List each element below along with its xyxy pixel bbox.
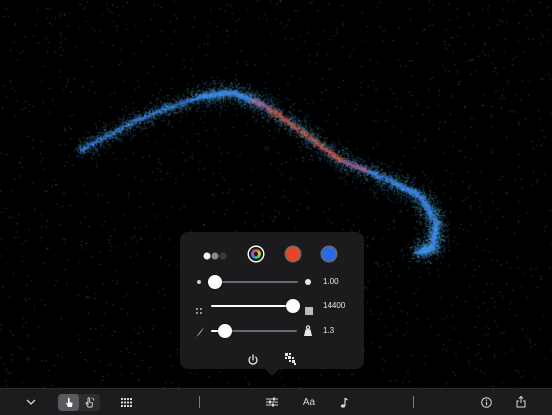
settings-button[interactable] [263, 389, 281, 415]
sliders-icon [266, 397, 278, 407]
feather-icon [195, 325, 205, 343]
weight-icon [302, 324, 314, 342]
many-dots-icon [305, 302, 313, 320]
speed-slider-thumb[interactable] [218, 324, 232, 338]
small-dot-icon [197, 280, 201, 284]
count-value: 14400 [323, 301, 346, 310]
share-icon [516, 396, 526, 408]
count-slider-row: 14400 [180, 296, 364, 316]
hand-tap-icon [65, 397, 72, 407]
particle-mode-icon[interactable] [201, 249, 231, 261]
red-color-swatch[interactable] [286, 247, 300, 261]
speed-value: 1.3 [323, 326, 335, 335]
grid-icon [120, 397, 132, 407]
info-button[interactable] [478, 389, 494, 415]
chevron-down-icon [26, 399, 36, 405]
toolbar-separator [199, 396, 200, 408]
music-button[interactable] [336, 389, 350, 415]
size-slider-track[interactable] [214, 281, 298, 283]
share-button[interactable] [513, 389, 529, 415]
large-dot-icon [305, 279, 311, 285]
text-icon: Aa [302, 396, 316, 408]
bottom-toolbar: Aa [0, 388, 552, 415]
grid-button[interactable] [118, 389, 134, 415]
text-button[interactable]: Aa [299, 389, 319, 415]
settings-popover: 1.00 14400 1.3 [180, 232, 364, 369]
touch-mode-segmented-control [58, 394, 100, 411]
size-slider-row: 1.00 [180, 272, 364, 292]
scatter-reset-icon[interactable] [284, 352, 297, 370]
power-icon[interactable] [247, 353, 259, 371]
hand-drag-icon [85, 397, 95, 408]
drag-mode-button[interactable] [82, 394, 97, 411]
info-icon [480, 396, 492, 408]
tap-mode-button[interactable] [61, 394, 76, 411]
music-icon [340, 397, 348, 408]
popover-arrow [264, 368, 280, 376]
blue-color-swatch[interactable] [322, 247, 336, 261]
rainbow-color-swatch[interactable] [249, 247, 263, 261]
size-value: 1.00 [323, 277, 339, 286]
collapse-button[interactable] [22, 389, 40, 415]
toolbar-separator [413, 396, 414, 408]
size-slider-thumb[interactable] [208, 275, 222, 289]
speed-slider-row: 1.3 [180, 321, 364, 341]
count-slider-fill[interactable] [211, 305, 293, 307]
few-dots-icon [195, 302, 203, 320]
count-slider-thumb[interactable] [286, 299, 300, 313]
